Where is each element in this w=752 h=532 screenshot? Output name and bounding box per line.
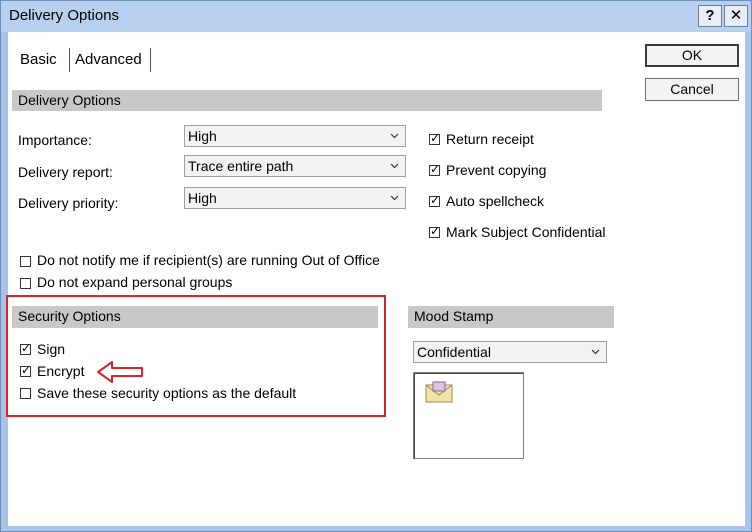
mood-stamp-preview bbox=[413, 372, 524, 459]
no-expand-groups-checkbox[interactable] bbox=[20, 278, 31, 289]
no-expand-groups-label: Do not expand personal groups bbox=[37, 274, 233, 290]
chevron-down-icon bbox=[390, 195, 399, 201]
close-button[interactable]: ✕ bbox=[724, 5, 748, 27]
dialog-body: Basic Advanced OK Cancel Delivery Option… bbox=[6, 32, 745, 526]
dialog-window: Delivery Options ? ✕ Basic Advanced OK C… bbox=[0, 0, 752, 532]
tab-advanced[interactable]: Advanced bbox=[71, 48, 151, 72]
prevent-copying-checkbox[interactable] bbox=[429, 162, 440, 176]
ok-button[interactable]: OK bbox=[645, 44, 739, 67]
delivery-priority-value: High bbox=[188, 190, 217, 206]
return-receipt-checkbox[interactable] bbox=[429, 131, 440, 145]
mood-stamp-select[interactable]: Confidential bbox=[413, 341, 607, 363]
help-button[interactable]: ? bbox=[698, 5, 722, 27]
return-receipt-label: Return receipt bbox=[446, 131, 534, 147]
delivery-options-header: Delivery Options bbox=[12, 90, 602, 111]
envelope-stamp-icon bbox=[425, 381, 453, 403]
security-options-header: Security Options bbox=[12, 306, 378, 328]
importance-value: High bbox=[188, 128, 217, 144]
tab-basic[interactable]: Basic bbox=[16, 48, 70, 72]
mark-confidential-checkbox[interactable] bbox=[429, 224, 440, 238]
prevent-copying-label: Prevent copying bbox=[446, 162, 547, 178]
no-notify-ooo-checkbox[interactable] bbox=[20, 256, 31, 267]
delivery-priority-select[interactable]: High bbox=[184, 187, 406, 209]
mood-stamp-value: Confidential bbox=[417, 344, 491, 360]
delivery-report-select[interactable]: Trace entire path bbox=[184, 155, 406, 177]
cancel-button[interactable]: Cancel bbox=[645, 78, 739, 101]
save-security-default-label: Save these security options as the defau… bbox=[37, 385, 297, 401]
save-security-default-checkbox[interactable] bbox=[20, 388, 31, 399]
mood-stamp-header: Mood Stamp bbox=[408, 306, 614, 328]
importance-label: Importance: bbox=[18, 132, 92, 148]
red-arrow-annotation-icon bbox=[97, 361, 143, 383]
chevron-down-icon bbox=[390, 133, 399, 139]
no-notify-ooo-label: Do not notify me if recipient(s) are run… bbox=[37, 252, 380, 268]
delivery-priority-label: Delivery priority: bbox=[18, 195, 119, 211]
chevron-down-icon bbox=[390, 163, 399, 169]
importance-select[interactable]: High bbox=[184, 125, 406, 147]
sign-label: Sign bbox=[37, 341, 66, 357]
sign-checkbox[interactable] bbox=[20, 341, 31, 355]
mark-confidential-label: Mark Subject Confidential bbox=[446, 224, 606, 240]
auto-spellcheck-label: Auto spellcheck bbox=[446, 193, 545, 209]
encrypt-label: Encrypt bbox=[37, 363, 85, 379]
chevron-down-icon bbox=[591, 349, 600, 355]
window-title: Delivery Options bbox=[9, 7, 120, 24]
delivery-report-label: Delivery report: bbox=[18, 164, 113, 180]
auto-spellcheck-checkbox[interactable] bbox=[429, 193, 440, 207]
delivery-report-value: Trace entire path bbox=[188, 158, 294, 174]
encrypt-checkbox[interactable] bbox=[20, 363, 31, 377]
title-bar[interactable]: Delivery Options ? ✕ bbox=[1, 1, 751, 32]
